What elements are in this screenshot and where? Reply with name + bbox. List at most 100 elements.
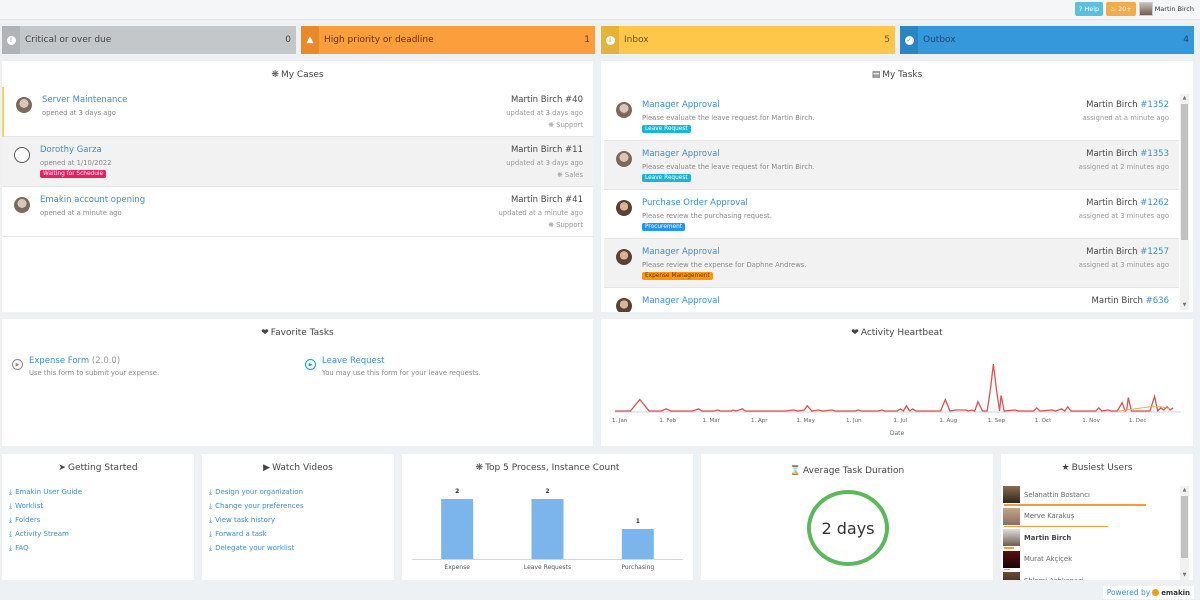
link-item[interactable]: ⤓ Design your organization bbox=[209, 488, 394, 502]
case-row[interactable]: Server Maintenance opened at 3 days ago Ma… bbox=[2, 87, 593, 137]
help-button[interactable]: ? Help bbox=[1074, 2, 1104, 16]
busy-user-row[interactable]: Shlomi Ashkenazi bbox=[1003, 570, 1179, 580]
task-owner: Martin Birch #636 bbox=[1091, 296, 1169, 306]
watch-videos-panel: ▶ Watch Videos ⤓ Design your organization ⤓… bbox=[202, 454, 394, 580]
task-row[interactable]: Manager Approval Please review the expens… bbox=[604, 239, 1179, 288]
process-badge: Procurement bbox=[642, 223, 686, 231]
download-icon: ⤓ bbox=[9, 488, 13, 496]
panel-title: ➤ Getting Started bbox=[58, 463, 138, 473]
busy-user-row[interactable]: Murat Akçiçek bbox=[1003, 549, 1179, 570]
task-number-link[interactable]: #1353 bbox=[1140, 149, 1169, 159]
top-bar: ? Help ♨ 20+ Martin Birch bbox=[0, 0, 1200, 20]
case-title[interactable]: Server Maintenance bbox=[42, 95, 585, 105]
play-circle-icon[interactable]: ▶ bbox=[12, 359, 23, 370]
scroll-up-icon[interactable]: ▲ bbox=[1180, 94, 1189, 103]
user-name: Merve Karakuş bbox=[1024, 512, 1075, 521]
favorite-task-item[interactable]: ▶ Expense Form (2.0.0) Use this form to … bbox=[12, 356, 159, 377]
busiest-users-scrollbar[interactable]: ▲ ▼ bbox=[1180, 486, 1189, 580]
case-updated: updated at 3 days ago bbox=[506, 109, 583, 117]
cogs-icon: ❋ bbox=[557, 171, 565, 179]
task-number-link[interactable]: #1352 bbox=[1140, 100, 1169, 110]
favorite-task-title[interactable]: Leave Request bbox=[322, 356, 385, 366]
my-tasks-panel: ▤ My Tasks Manager Approval Please evaluat… bbox=[601, 61, 1193, 312]
avatar bbox=[14, 197, 30, 213]
task-owner: Martin Birch #1353 bbox=[1086, 149, 1169, 159]
task-assigned: assigned at a minute ago bbox=[1082, 114, 1169, 122]
link-item[interactable]: ⤓ Activity Stream bbox=[9, 530, 194, 544]
tasks-scrollbar[interactable]: ▲ ▼ bbox=[1180, 94, 1189, 310]
task-row[interactable]: Manager Approval Martin Birch #636 bbox=[604, 288, 1179, 312]
stat-inbox[interactable]: ↓ Inbox 5 bbox=[601, 26, 895, 54]
download-icon: ⤓ bbox=[209, 488, 213, 496]
star-icon: ★ bbox=[1061, 463, 1070, 473]
x-tick-label: 1. Mar bbox=[702, 418, 720, 424]
link-item[interactable]: ⤓ Change your preferences bbox=[209, 502, 394, 516]
powered-by-link[interactable]: Powered by emakin bbox=[1102, 586, 1194, 599]
download-icon: ⤓ bbox=[209, 502, 213, 510]
x-tick-label: 1. Sep bbox=[988, 418, 1006, 424]
busy-user-row[interactable]: Merve Karakuş bbox=[1003, 506, 1179, 527]
exclamation-circle-icon: ! bbox=[6, 35, 16, 45]
task-number-link[interactable]: #1262 bbox=[1140, 198, 1169, 208]
question-circle-icon: ? bbox=[1078, 5, 1083, 13]
link-item[interactable]: ⤓ FAQ bbox=[9, 544, 194, 558]
duration-gauge: 2 days bbox=[807, 490, 889, 566]
task-number-link[interactable]: #636 bbox=[1146, 296, 1169, 306]
arrow-down-circle-icon: ↓ bbox=[605, 35, 615, 45]
activity-heartbeat-panel: ❤ Activity Heartbeat 1. Jan 1. Feb 1. Mar 1.… bbox=[601, 319, 1193, 446]
scroll-down-icon[interactable]: ▼ bbox=[1180, 571, 1189, 580]
task-number-link[interactable]: #1257 bbox=[1140, 247, 1169, 257]
x-tick-label: 1. Oct bbox=[1035, 418, 1052, 424]
download-icon: ⤓ bbox=[9, 530, 13, 538]
stat-count: 5 bbox=[884, 35, 890, 45]
stat-critical[interactable]: ! Critical or over due 0 bbox=[2, 26, 296, 54]
link-item[interactable]: ⤓ Folders bbox=[9, 516, 194, 530]
link-item[interactable]: ⤓ Emakin User Guide bbox=[9, 488, 194, 502]
scroll-thumb[interactable] bbox=[1181, 104, 1188, 240]
x-axis-label: Date bbox=[890, 430, 905, 437]
x-tick-label: 1. May bbox=[797, 418, 816, 424]
avatar bbox=[1003, 572, 1020, 580]
play-circle-icon[interactable]: ▶ bbox=[305, 359, 316, 370]
link-item[interactable]: ⤓ Worklist bbox=[9, 502, 194, 516]
busy-user-row[interactable]: Selanattin Bostancı bbox=[1003, 484, 1179, 506]
link-item[interactable]: ⤓ Delegate your worklist bbox=[209, 544, 394, 558]
process-badge: Expense Management bbox=[642, 272, 713, 280]
user-menu[interactable]: Martin Birch bbox=[1138, 2, 1194, 16]
download-icon: ⤓ bbox=[9, 502, 13, 510]
notifications-button[interactable]: ♨ 20+ bbox=[1106, 2, 1136, 16]
x-tick-label: 1. Jul bbox=[894, 418, 908, 424]
task-row[interactable]: Manager Approval Please evaluate the leav… bbox=[604, 92, 1179, 141]
panel-title: ❤ Favorite Tasks bbox=[261, 328, 334, 338]
stat-high-priority[interactable]: ▲ High priority or deadline 1 bbox=[301, 26, 595, 54]
favorite-task-item[interactable]: ▶ Leave Request You may use this form fo… bbox=[305, 356, 481, 377]
download-icon: ⤓ bbox=[9, 544, 13, 552]
hourglass-icon: ⌛ bbox=[789, 466, 801, 476]
task-row[interactable]: Purchase Order Approval Please review the… bbox=[604, 190, 1179, 239]
user-name: Shlomi Ashkenazi bbox=[1024, 577, 1084, 580]
panel-title: ▶ Watch Videos bbox=[263, 463, 333, 473]
case-number: #40 bbox=[565, 95, 583, 105]
top5-process-panel: ❋ Top 5 Process, Instance Count 2 Expense 2… bbox=[402, 454, 693, 580]
link-item[interactable]: ⤓ View task history bbox=[209, 516, 394, 530]
link-item[interactable]: ⤓ Forward a task bbox=[209, 530, 394, 544]
download-icon: ⤓ bbox=[209, 516, 213, 524]
scroll-up-icon[interactable]: ▲ bbox=[1180, 486, 1189, 495]
avatar bbox=[1003, 550, 1020, 568]
scroll-down-icon[interactable]: ▼ bbox=[1180, 301, 1189, 310]
case-row[interactable]: Emakin account opening opened at a minute… bbox=[2, 187, 593, 237]
avatar bbox=[616, 200, 632, 216]
case-title[interactable]: Dorothy Garza bbox=[40, 145, 585, 155]
x-tick-label: 1. Dec bbox=[1129, 418, 1147, 424]
scroll-thumb[interactable] bbox=[1181, 496, 1188, 558]
busy-user-row[interactable]: Martin Birch bbox=[1003, 527, 1179, 549]
avatar bbox=[1003, 507, 1020, 525]
task-row[interactable]: Manager Approval Please evaluate the leav… bbox=[604, 141, 1179, 190]
favorite-task-title[interactable]: Expense Form bbox=[29, 356, 89, 366]
task-assigned: assigned at 3 minutes ago bbox=[1078, 212, 1169, 220]
avatar bbox=[1003, 486, 1020, 504]
case-owner: Martin Birch #40 bbox=[510, 95, 583, 105]
stat-outbox[interactable]: ✓ Outbox 4 bbox=[900, 26, 1194, 54]
case-row[interactable]: Dorothy Garza opened at 1/10/2022 Waiting … bbox=[2, 137, 593, 187]
heart-icon: ❤ bbox=[261, 328, 269, 338]
